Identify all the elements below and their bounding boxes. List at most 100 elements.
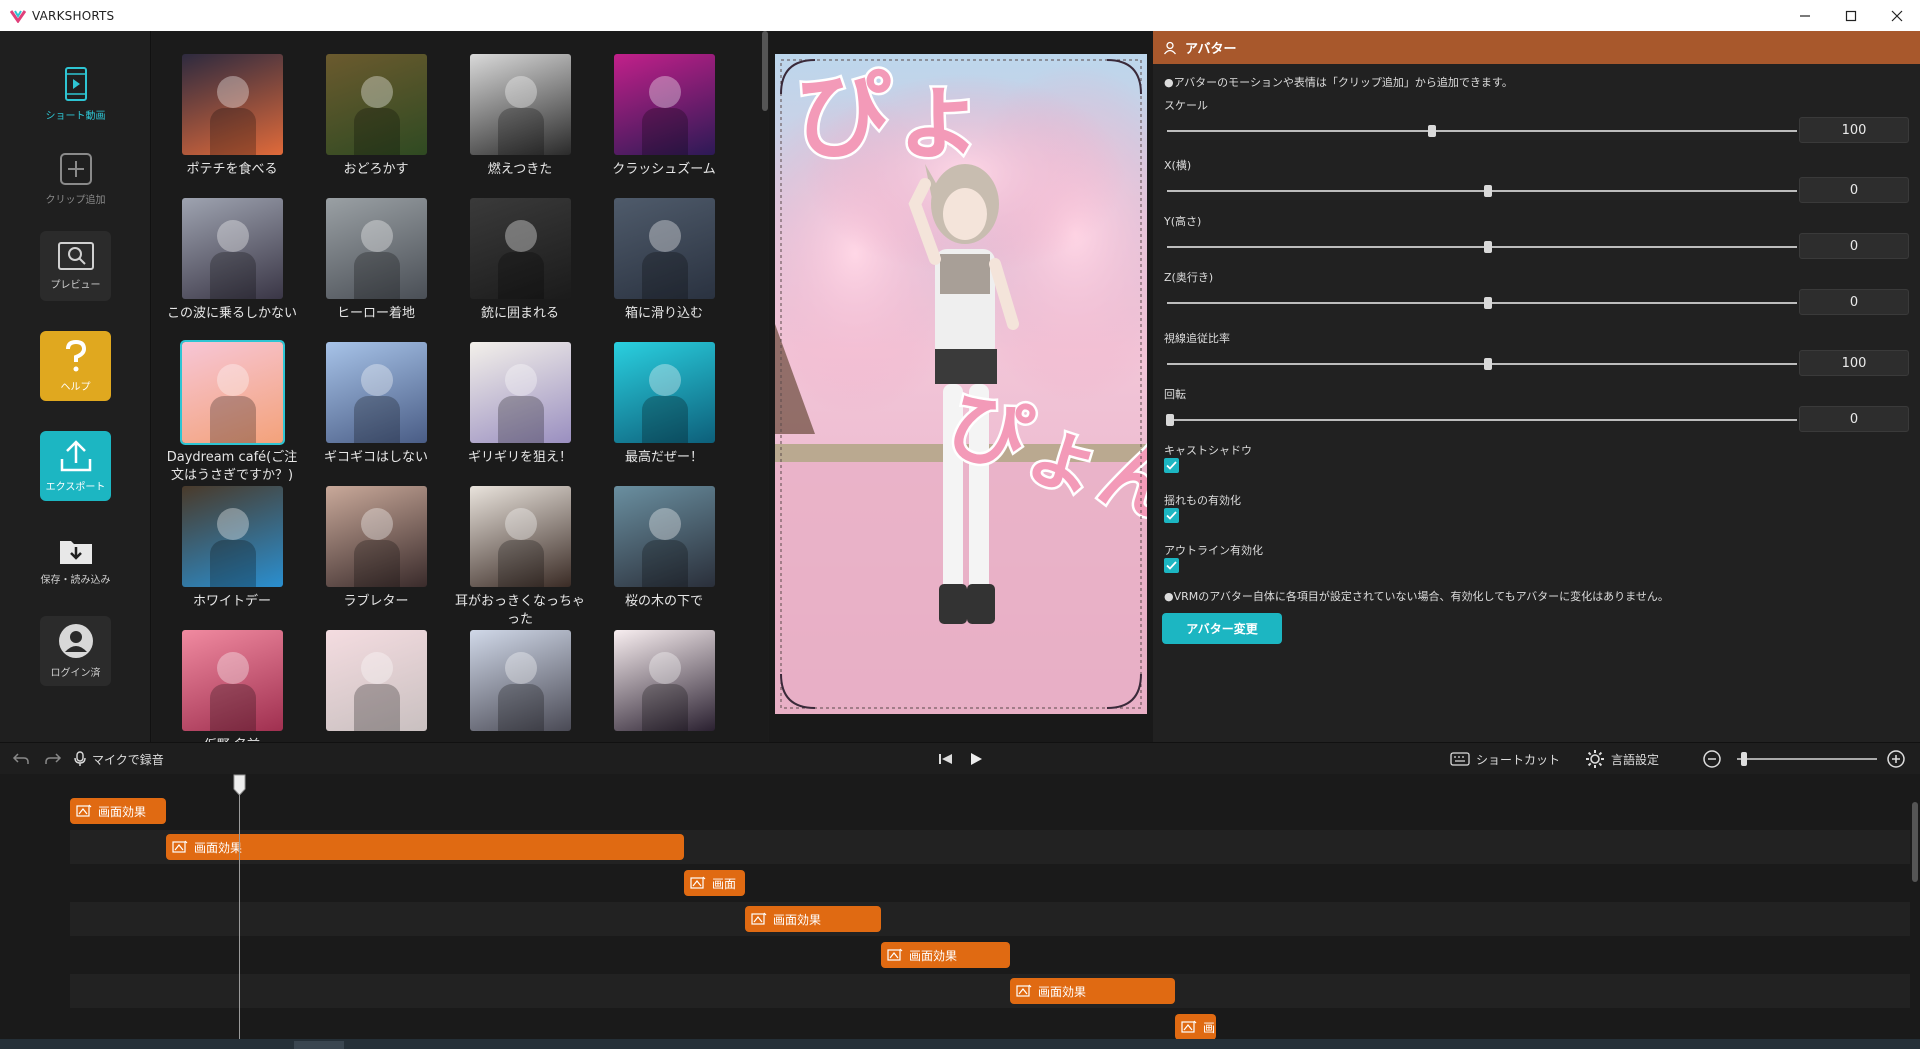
value-input[interactable]: 100 bbox=[1799, 117, 1909, 143]
property-slider[interactable] bbox=[1167, 358, 1797, 370]
clip-item[interactable]: 耳がおっきくなっちゃった bbox=[450, 486, 590, 629]
plus-box-icon bbox=[59, 153, 92, 185]
timeline-clip[interactable]: 画面効果 bbox=[745, 906, 881, 932]
value-input[interactable]: 0 bbox=[1799, 289, 1909, 315]
minimize-button[interactable] bbox=[1782, 0, 1828, 31]
zoom-in-button[interactable] bbox=[1886, 743, 1906, 775]
clip-name: クラッシュズーム bbox=[612, 162, 716, 177]
timeline-track bbox=[70, 866, 1910, 900]
timeline-clip[interactable]: 画 bbox=[1175, 1014, 1216, 1039]
app-logo-icon bbox=[10, 9, 26, 23]
slider-thumb[interactable] bbox=[1166, 414, 1175, 426]
clip-item[interactable] bbox=[306, 630, 446, 737]
checkbox[interactable] bbox=[1164, 458, 1179, 473]
timeline-clip[interactable]: 画面効果 bbox=[70, 798, 166, 824]
avatar-change-button[interactable]: アバター変更 bbox=[1162, 613, 1282, 644]
checkbox[interactable] bbox=[1164, 508, 1179, 523]
clip-item[interactable]: ラブレター bbox=[306, 486, 446, 611]
clip-name: 耳がおっきくなっちゃった bbox=[454, 594, 585, 627]
checkmark-icon bbox=[1166, 561, 1177, 570]
language-settings-button[interactable]: 言語設定 bbox=[1585, 743, 1659, 775]
maximize-icon bbox=[1845, 10, 1857, 21]
slider-thumb[interactable] bbox=[1484, 185, 1493, 197]
clip-item[interactable]: ヒーロー着地 bbox=[306, 198, 446, 323]
motion-note: ●アバターのモーションや表情は「クリップ追加」から追加できます。 bbox=[1164, 76, 1513, 89]
clip-item[interactable]: 銃に囲まれる bbox=[450, 198, 590, 323]
clip-item[interactable]: この波に乗るしかない bbox=[162, 198, 302, 323]
property-slider[interactable] bbox=[1166, 414, 1797, 426]
value-input[interactable]: 0 bbox=[1799, 406, 1909, 432]
value-input[interactable]: 0 bbox=[1799, 233, 1909, 259]
checkbox[interactable] bbox=[1164, 558, 1179, 573]
clip-item[interactable]: ギリギリを狙え！ bbox=[450, 342, 590, 467]
slider-thumb[interactable] bbox=[1484, 241, 1493, 253]
record-mic-button[interactable]: マイクで録音 bbox=[74, 743, 164, 775]
sidebar-item-add-clip[interactable]: クリップ追加 bbox=[40, 144, 111, 214]
clip-item[interactable]: ギコギコはしない bbox=[306, 342, 446, 467]
slider-label: Y(高さ) bbox=[1164, 215, 1202, 228]
clip-name: 桜の木の下で bbox=[624, 594, 703, 609]
maximize-button[interactable] bbox=[1828, 0, 1874, 31]
clip-thumbnail bbox=[325, 198, 427, 299]
slider-thumb[interactable] bbox=[1484, 358, 1493, 370]
clip-item[interactable]: 燃えつきた bbox=[450, 54, 590, 179]
skip-back-icon bbox=[939, 754, 952, 764]
timeline[interactable]: 画面効果 画面効果 画面 画面効果 画面効果 画面効果画 bbox=[0, 774, 1920, 1039]
video-preview[interactable]: ぴょ ぴょん bbox=[775, 54, 1147, 714]
timeline-clip[interactable]: 画面 bbox=[684, 870, 745, 896]
clip-item[interactable]: 箱に滑り込む bbox=[594, 198, 734, 323]
property-slider[interactable] bbox=[1167, 185, 1797, 197]
clip-item[interactable] bbox=[450, 630, 590, 737]
timeline-scrollbar[interactable] bbox=[1912, 802, 1918, 882]
timeline-track bbox=[70, 902, 1910, 936]
zoom-slider-track[interactable] bbox=[1737, 758, 1877, 760]
clip-item[interactable] bbox=[594, 630, 734, 737]
clip-thumbnail bbox=[179, 340, 285, 445]
clip-item[interactable]: ホワイトデー bbox=[162, 486, 302, 611]
zoom-out-button[interactable] bbox=[1702, 743, 1722, 775]
sidebar-item-export[interactable]: エクスポート bbox=[40, 431, 111, 501]
property-slider[interactable] bbox=[1167, 241, 1797, 253]
sidebar-item-login[interactable]: ログイン済 bbox=[40, 616, 111, 686]
property-slider[interactable] bbox=[1167, 297, 1797, 309]
timeline-clip[interactable]: 画面効果 bbox=[1010, 978, 1175, 1004]
clip-name: 最高だぜー！ bbox=[624, 450, 703, 465]
clip-name: 燃えつきた bbox=[487, 162, 553, 177]
clip-item[interactable]: 桜の木の下で bbox=[594, 486, 734, 611]
timeline-clip-label: 画 bbox=[1203, 1020, 1216, 1035]
clip-item[interactable]: クラッシュズーム bbox=[594, 54, 734, 179]
playhead-handle-icon[interactable] bbox=[232, 774, 247, 796]
value-input[interactable]: 100 bbox=[1799, 350, 1909, 376]
screen-effect-icon bbox=[1016, 984, 1032, 997]
slider-thumb[interactable] bbox=[1484, 297, 1493, 309]
undo-button[interactable] bbox=[12, 743, 30, 775]
play-button[interactable] bbox=[969, 743, 983, 775]
clip-item[interactable]: 最高だぜー！ bbox=[594, 342, 734, 467]
taskbar-strip bbox=[0, 1039, 1920, 1049]
sidebar-item-save-load[interactable]: 保存・読み込み bbox=[40, 526, 111, 596]
sidebar-item-short-video[interactable]: ショート動画 bbox=[40, 59, 111, 129]
close-button[interactable] bbox=[1874, 0, 1920, 31]
play-icon bbox=[971, 753, 982, 765]
timeline-clip[interactable]: 画面効果 bbox=[166, 834, 684, 860]
slider-thumb[interactable] bbox=[1427, 125, 1436, 137]
skip-to-start-button[interactable] bbox=[938, 743, 954, 775]
clip-library-scrollbar[interactable] bbox=[762, 31, 768, 111]
property-slider[interactable] bbox=[1167, 125, 1797, 137]
clip-item[interactable]: Daydream café(ご注文はうさぎですか？) bbox=[162, 340, 302, 485]
screen-effect-icon bbox=[1181, 1020, 1197, 1033]
timeline-clip[interactable]: 画面効果 bbox=[881, 942, 1010, 968]
sidebar-item-help[interactable]: ヘルプ bbox=[40, 331, 111, 401]
clip-item[interactable]: 仮野 名前 bbox=[162, 630, 302, 742]
sidebar-item-preview[interactable]: プレビュー bbox=[40, 231, 111, 301]
clip-item[interactable]: おどろかす bbox=[306, 54, 446, 179]
undo-icon bbox=[12, 753, 29, 764]
clip-thumbnail bbox=[181, 198, 283, 299]
title-bar: VARKSHORTS bbox=[0, 0, 1920, 31]
redo-button[interactable] bbox=[44, 743, 62, 775]
zoom-slider-thumb[interactable] bbox=[1741, 752, 1747, 766]
clip-item[interactable]: ポテチを食べる bbox=[162, 54, 302, 179]
value-input[interactable]: 0 bbox=[1799, 177, 1909, 203]
keyboard-icon bbox=[1450, 752, 1470, 766]
shortcut-button[interactable]: ショートカット bbox=[1450, 743, 1560, 775]
